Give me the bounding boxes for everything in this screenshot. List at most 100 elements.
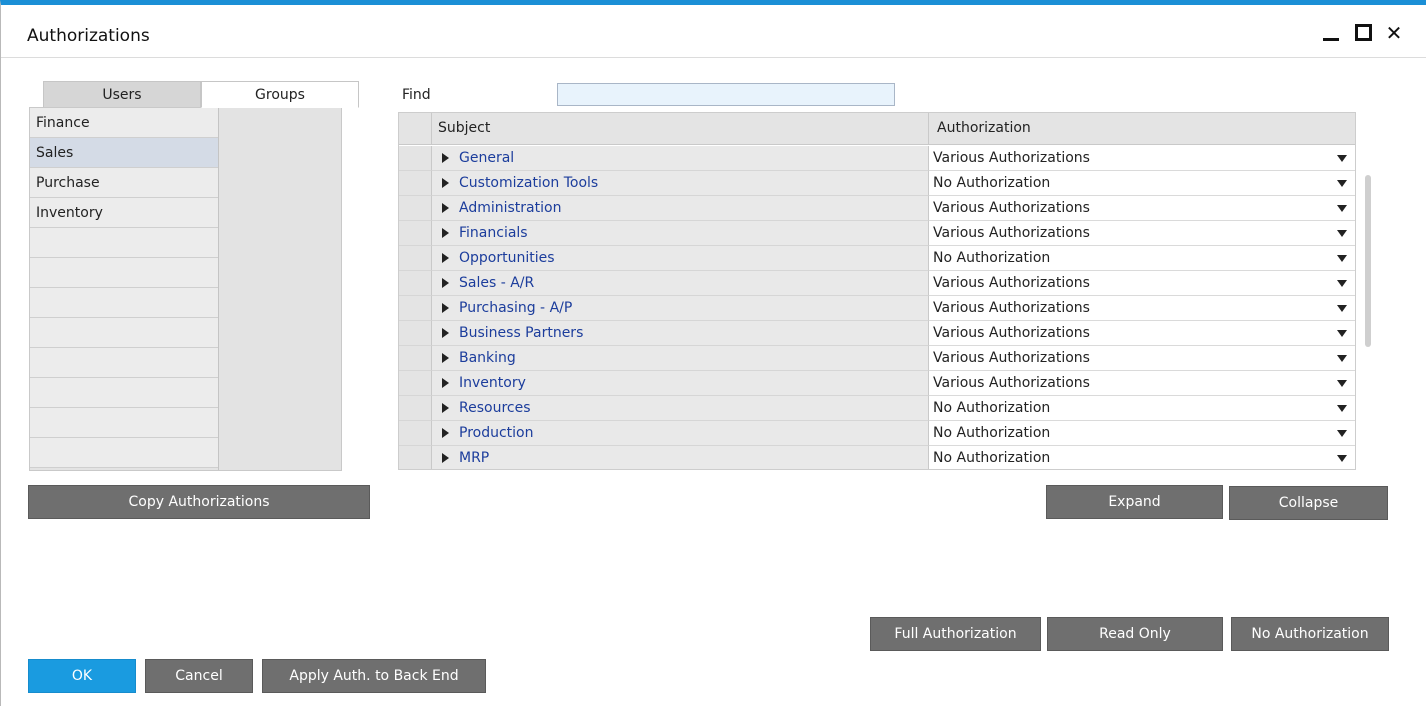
- chevron-down-icon[interactable]: [1337, 180, 1347, 187]
- authorization-dropdown[interactable]: Various Authorizations: [929, 271, 1355, 296]
- row-number-cell[interactable]: [399, 221, 432, 246]
- subject-label[interactable]: Opportunities: [459, 246, 555, 270]
- row-number-cell[interactable]: [399, 371, 432, 396]
- table-row[interactable]: Customization Tools No Authorization: [399, 171, 1355, 196]
- group-row-finance[interactable]: Finance: [30, 108, 218, 138]
- group-row-inventory[interactable]: Inventory: [30, 198, 218, 228]
- subject-label[interactable]: General: [459, 146, 514, 170]
- subject-label[interactable]: Customization Tools: [459, 171, 598, 195]
- close-icon[interactable]: ✕: [1381, 20, 1407, 46]
- find-input[interactable]: [557, 83, 895, 106]
- chevron-down-icon[interactable]: [1337, 405, 1347, 412]
- subject-cell[interactable]: Financials: [432, 221, 929, 246]
- row-number-cell[interactable]: [399, 296, 432, 321]
- table-row[interactable]: General Various Authorizations: [399, 146, 1355, 171]
- subject-cell[interactable]: MRP: [432, 446, 929, 469]
- subject-label[interactable]: Financials: [459, 221, 528, 245]
- expand-arrow-icon[interactable]: [442, 253, 449, 263]
- expand-arrow-icon[interactable]: [442, 353, 449, 363]
- authorization-dropdown[interactable]: Various Authorizations: [929, 371, 1355, 396]
- expand-arrow-icon[interactable]: [442, 178, 449, 188]
- subject-label[interactable]: Banking: [459, 346, 516, 370]
- authorization-dropdown[interactable]: No Authorization: [929, 446, 1355, 469]
- grid-scrollbar[interactable]: [1365, 175, 1371, 347]
- table-row[interactable]: Opportunities No Authorization: [399, 246, 1355, 271]
- table-row[interactable]: Sales - A/R Various Authorizations: [399, 271, 1355, 296]
- subject-cell[interactable]: Resources: [432, 396, 929, 421]
- subject-cell[interactable]: Purchasing - A/P: [432, 296, 929, 321]
- expand-arrow-icon[interactable]: [442, 228, 449, 238]
- table-row[interactable]: Purchasing - A/P Various Authorizations: [399, 296, 1355, 321]
- read-only-button[interactable]: Read Only: [1047, 617, 1223, 651]
- group-row-sales[interactable]: Sales: [30, 138, 218, 168]
- chevron-down-icon[interactable]: [1337, 155, 1347, 162]
- subject-label[interactable]: Purchasing - A/P: [459, 296, 572, 320]
- maximize-icon[interactable]: [1350, 20, 1376, 46]
- authorization-dropdown[interactable]: No Authorization: [929, 396, 1355, 421]
- table-row[interactable]: Inventory Various Authorizations: [399, 371, 1355, 396]
- subject-cell[interactable]: Banking: [432, 346, 929, 371]
- chevron-down-icon[interactable]: [1337, 355, 1347, 362]
- subject-cell[interactable]: Production: [432, 421, 929, 446]
- chevron-down-icon[interactable]: [1337, 305, 1347, 312]
- authorization-dropdown[interactable]: No Authorization: [929, 246, 1355, 271]
- authorization-dropdown[interactable]: Various Authorizations: [929, 346, 1355, 371]
- table-row[interactable]: Administration Various Authorizations: [399, 196, 1355, 221]
- row-number-cell[interactable]: [399, 246, 432, 271]
- subject-cell[interactable]: Opportunities: [432, 246, 929, 271]
- table-row[interactable]: MRP No Authorization: [399, 446, 1355, 469]
- authorization-dropdown[interactable]: Various Authorizations: [929, 296, 1355, 321]
- subject-label[interactable]: Sales - A/R: [459, 271, 534, 295]
- expand-arrow-icon[interactable]: [442, 303, 449, 313]
- subject-cell[interactable]: Customization Tools: [432, 171, 929, 196]
- subject-column-header[interactable]: Subject: [432, 113, 929, 145]
- apply-auth-back-end-button[interactable]: Apply Auth. to Back End: [262, 659, 486, 693]
- subject-label[interactable]: MRP: [459, 446, 489, 469]
- chevron-down-icon[interactable]: [1337, 380, 1347, 387]
- cancel-button[interactable]: Cancel: [145, 659, 253, 693]
- table-row[interactable]: Financials Various Authorizations: [399, 221, 1355, 246]
- row-number-cell[interactable]: [399, 196, 432, 221]
- authorization-dropdown[interactable]: Various Authorizations: [929, 146, 1355, 171]
- row-number-cell[interactable]: [399, 421, 432, 446]
- minimize-icon[interactable]: [1318, 20, 1344, 46]
- subject-label[interactable]: Resources: [459, 396, 531, 420]
- subject-label[interactable]: Business Partners: [459, 321, 583, 345]
- tab-users[interactable]: Users: [43, 81, 201, 108]
- chevron-down-icon[interactable]: [1337, 455, 1347, 462]
- subject-cell[interactable]: General: [432, 146, 929, 171]
- chevron-down-icon[interactable]: [1337, 330, 1347, 337]
- authorization-dropdown[interactable]: Various Authorizations: [929, 221, 1355, 246]
- full-authorization-button[interactable]: Full Authorization: [870, 617, 1041, 651]
- ok-button[interactable]: OK: [28, 659, 136, 693]
- chevron-down-icon[interactable]: [1337, 430, 1347, 437]
- authorization-dropdown[interactable]: Various Authorizations: [929, 196, 1355, 221]
- row-number-cell[interactable]: [399, 146, 432, 171]
- expand-arrow-icon[interactable]: [442, 378, 449, 388]
- subject-label[interactable]: Administration: [459, 196, 561, 220]
- subject-cell[interactable]: Business Partners: [432, 321, 929, 346]
- subject-cell[interactable]: Inventory: [432, 371, 929, 396]
- expand-arrow-icon[interactable]: [442, 278, 449, 288]
- chevron-down-icon[interactable]: [1337, 255, 1347, 262]
- authorization-dropdown[interactable]: No Authorization: [929, 171, 1355, 196]
- row-number-cell[interactable]: [399, 271, 432, 296]
- row-number-cell[interactable]: [399, 171, 432, 196]
- row-number-cell[interactable]: [399, 396, 432, 421]
- row-number-cell[interactable]: [399, 321, 432, 346]
- expand-arrow-icon[interactable]: [442, 403, 449, 413]
- expand-arrow-icon[interactable]: [442, 153, 449, 163]
- table-row[interactable]: Banking Various Authorizations: [399, 346, 1355, 371]
- table-row[interactable]: Business Partners Various Authorizations: [399, 321, 1355, 346]
- collapse-button[interactable]: Collapse: [1229, 486, 1388, 520]
- expand-button[interactable]: Expand: [1046, 485, 1223, 519]
- row-number-cell[interactable]: [399, 446, 432, 469]
- copy-authorizations-button[interactable]: Copy Authorizations: [28, 485, 370, 519]
- subject-cell[interactable]: Administration: [432, 196, 929, 221]
- expand-arrow-icon[interactable]: [442, 453, 449, 463]
- row-number-cell[interactable]: [399, 346, 432, 371]
- table-row[interactable]: Production No Authorization: [399, 421, 1355, 446]
- table-row[interactable]: Resources No Authorization: [399, 396, 1355, 421]
- group-row-purchase[interactable]: Purchase: [30, 168, 218, 198]
- subject-label[interactable]: Inventory: [459, 371, 526, 395]
